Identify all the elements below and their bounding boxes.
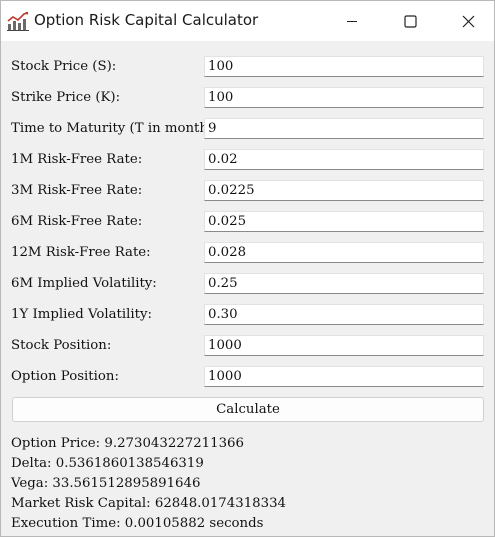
rate-3m-input[interactable] xyxy=(204,180,484,201)
rate-12m-label: 12M Risk-Free Rate: xyxy=(11,245,151,260)
chart-app-icon xyxy=(7,12,29,31)
vol-1y-input[interactable] xyxy=(204,304,484,325)
window-title: Option Risk Capital Calculator xyxy=(34,11,259,29)
stock-price-input[interactable] xyxy=(204,56,484,77)
option-position-label: Option Position: xyxy=(11,369,119,384)
strike-price-label: Strike Price (K): xyxy=(11,90,121,105)
close-icon xyxy=(462,15,474,27)
rate-6m-label: 6M Risk-Free Rate: xyxy=(11,214,143,229)
rate-6m-input[interactable] xyxy=(204,211,484,232)
title-bar: Option Risk Capital Calculator xyxy=(1,1,494,41)
market-risk-capital-result: Market Risk Capital: 62848.0174318334 xyxy=(11,496,286,511)
execution-time-result: Execution Time: 0.00105882 seconds xyxy=(11,516,264,531)
maximize-button[interactable] xyxy=(381,1,439,41)
option-price-result: Option Price: 9.273043227211366 xyxy=(11,436,244,451)
rate-1m-label: 1M Risk-Free Rate: xyxy=(11,152,143,167)
calculate-button[interactable]: Calculate xyxy=(12,397,484,422)
minimize-button[interactable] xyxy=(323,1,381,41)
rate-1m-input[interactable] xyxy=(204,149,484,170)
vol-1y-label: 1Y Implied Volatility: xyxy=(11,307,152,322)
app-window: Option Risk Capital Calculator Stock Pri… xyxy=(0,0,495,537)
option-position-input[interactable] xyxy=(204,366,484,387)
close-button[interactable] xyxy=(439,1,494,41)
stock-price-label: Stock Price (S): xyxy=(11,59,117,74)
stock-position-input[interactable] xyxy=(204,335,484,356)
time-to-maturity-label: Time to Maturity (T in months): xyxy=(11,121,225,136)
stock-position-label: Stock Position: xyxy=(11,338,112,353)
rate-12m-input[interactable] xyxy=(204,242,484,263)
delta-result: Delta: 0.5361860138546319 xyxy=(11,456,204,471)
rate-3m-label: 3M Risk-Free Rate: xyxy=(11,183,143,198)
vega-result: Vega: 33.561512895891646 xyxy=(11,476,201,491)
vol-6m-input[interactable] xyxy=(204,273,484,294)
time-to-maturity-input[interactable] xyxy=(204,118,484,139)
strike-price-input[interactable] xyxy=(204,87,484,108)
maximize-icon xyxy=(403,14,417,28)
minimize-icon xyxy=(347,21,357,22)
vol-6m-label: 6M Implied Volatility: xyxy=(11,276,157,291)
